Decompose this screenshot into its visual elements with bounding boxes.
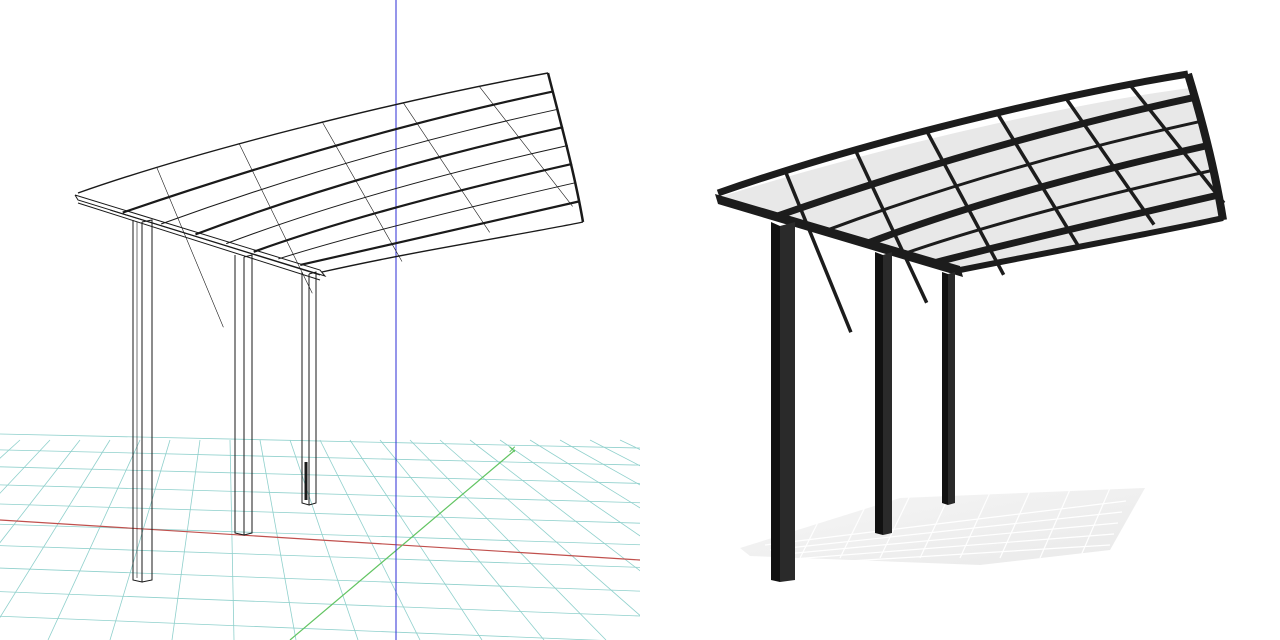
grid-col-line — [0, 439, 111, 619]
grid-row-line — [0, 567, 640, 592]
post-front — [771, 222, 795, 582]
rendered-viewport[interactable] — [640, 0, 1280, 640]
grid-col-line — [619, 439, 640, 450]
floor-grid — [0, 433, 640, 640]
post-back — [942, 272, 955, 505]
wire-purlin — [479, 86, 573, 207]
wire-purlins — [156, 86, 573, 328]
grid-col-line — [171, 439, 201, 640]
grid-row-line — [0, 503, 640, 524]
wire-rafter — [226, 145, 568, 245]
grid-col-line — [409, 439, 607, 640]
grid-row-line — [0, 433, 640, 449]
grid-col-line — [0, 439, 21, 459]
grid-col-line — [229, 439, 235, 640]
x-axis-line — [0, 519, 640, 561]
wire-rafter — [160, 108, 559, 225]
wire-post-middle — [234, 254, 253, 536]
cursor-mark: ✕ — [508, 445, 516, 456]
grid-col-line — [0, 439, 51, 494]
grid-col-line — [499, 439, 640, 537]
grid-row-line — [0, 466, 640, 484]
wire-front-beam — [74, 194, 327, 281]
wire-roof-back-edge — [77, 72, 549, 194]
wire-rafter — [300, 200, 581, 267]
grid-col-line — [439, 439, 640, 616]
grid-col-line — [0, 439, 81, 544]
grid-row-line — [0, 591, 640, 617]
grid-col-line — [47, 439, 141, 640]
rendered-canvas — [715, 70, 1227, 582]
wire-purlin — [238, 143, 313, 294]
grid-col-line — [259, 439, 297, 640]
wireframe-canvas: ✕ — [0, 0, 640, 640]
grid-col-line — [529, 439, 640, 509]
wire-post-front — [132, 219, 153, 583]
carport-wireframe — [74, 72, 585, 583]
wireframe-viewport[interactable]: ✕ — [0, 0, 640, 640]
wire-rafter — [122, 90, 554, 214]
post-middle — [875, 252, 892, 535]
grid-col-line — [589, 439, 640, 467]
grid-row-line — [0, 615, 602, 640]
grid-row-line — [0, 545, 640, 568]
wire-roof-side-edge — [546, 72, 585, 223]
y-axis-line — [289, 449, 516, 640]
wire-rafter — [278, 182, 577, 260]
wire-post-back — [301, 271, 317, 506]
wire-purlin — [321, 121, 403, 262]
grid-row-line — [0, 484, 640, 504]
